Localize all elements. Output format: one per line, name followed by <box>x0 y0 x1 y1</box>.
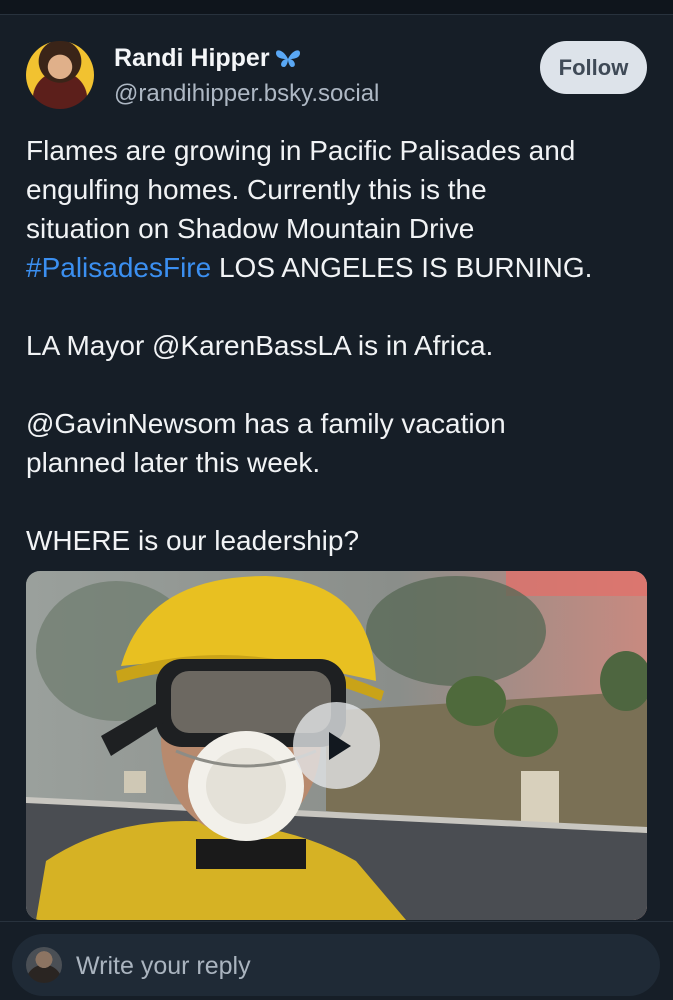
post-line: planned later this week. <box>26 447 321 478</box>
follow-button[interactable]: Follow <box>540 41 647 94</box>
butterfly-icon <box>274 48 302 70</box>
post-line: WHERE is our leadership? <box>26 525 360 556</box>
author-name-text: Randi Hipper <box>114 44 270 72</box>
post-line: situation on Shadow Mountain Drive <box>26 213 475 244</box>
post-paragraph-1: Flames are growing in Pacific Palisades … <box>26 131 656 287</box>
current-user-avatar <box>26 947 62 983</box>
post-paragraph-3: @GavinNewsom has a family vacation plann… <box>26 404 656 482</box>
post-line: Flames are growing in Pacific Palisades … <box>26 135 576 166</box>
author-handle[interactable]: @randihipper.bsky.social <box>114 80 379 108</box>
post-line: LOS ANGELES IS BURNING. <box>211 252 593 283</box>
post-paragraph-2: LA Mayor @KarenBassLA is in Africa. <box>26 326 656 365</box>
hashtag-link[interactable]: #PalisadesFire <box>26 252 211 283</box>
author-avatar[interactable] <box>26 41 94 109</box>
play-icon <box>328 731 351 760</box>
divider <box>0 921 673 922</box>
post-line: engulfing homes. Currently this is the <box>26 174 487 205</box>
author-display-name[interactable]: Randi Hipper <box>114 44 302 73</box>
post-paragraph-4: WHERE is our leadership? <box>26 521 656 560</box>
reply-placeholder[interactable]: Write your reply <box>76 952 251 981</box>
top-bar <box>0 0 673 15</box>
post-line: LA Mayor @KarenBassLA is in Africa. <box>26 330 494 361</box>
play-button[interactable] <box>293 702 380 789</box>
post-line: @GavinNewsom has a family vacation <box>26 408 506 439</box>
post-body: Flames are growing in Pacific Palisades … <box>26 131 656 599</box>
